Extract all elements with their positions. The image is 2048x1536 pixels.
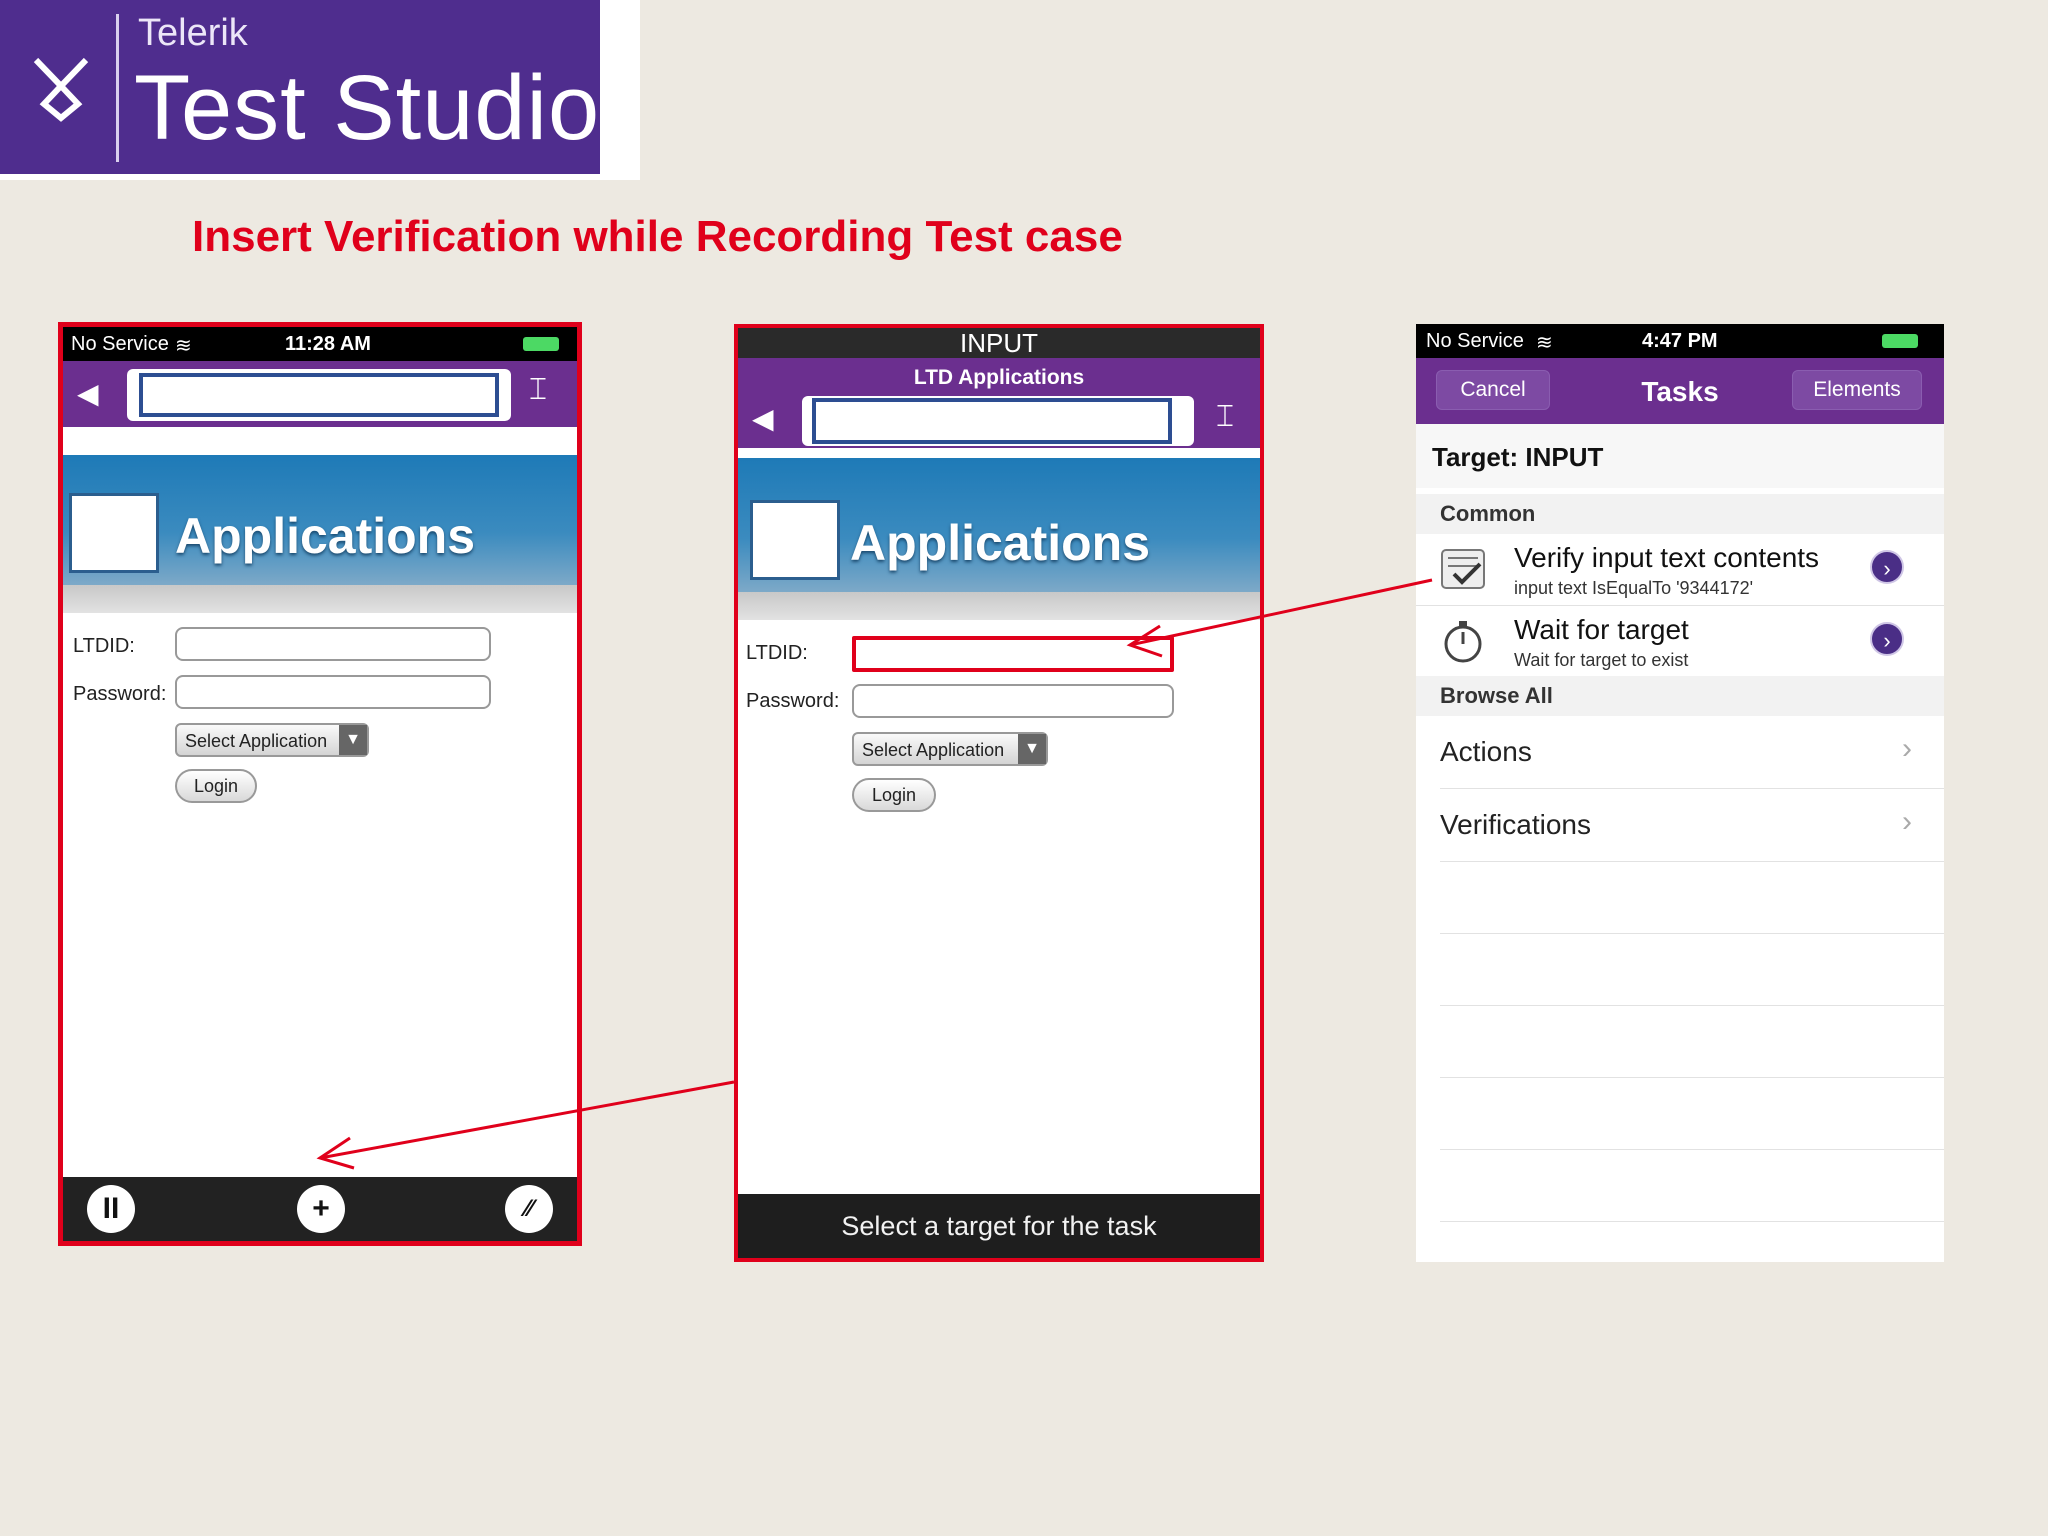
annotation-arrows [316,578,1433,1170]
arrow-to-ltdid [1126,578,1433,658]
arrow-to-add-button [316,1080,735,1170]
